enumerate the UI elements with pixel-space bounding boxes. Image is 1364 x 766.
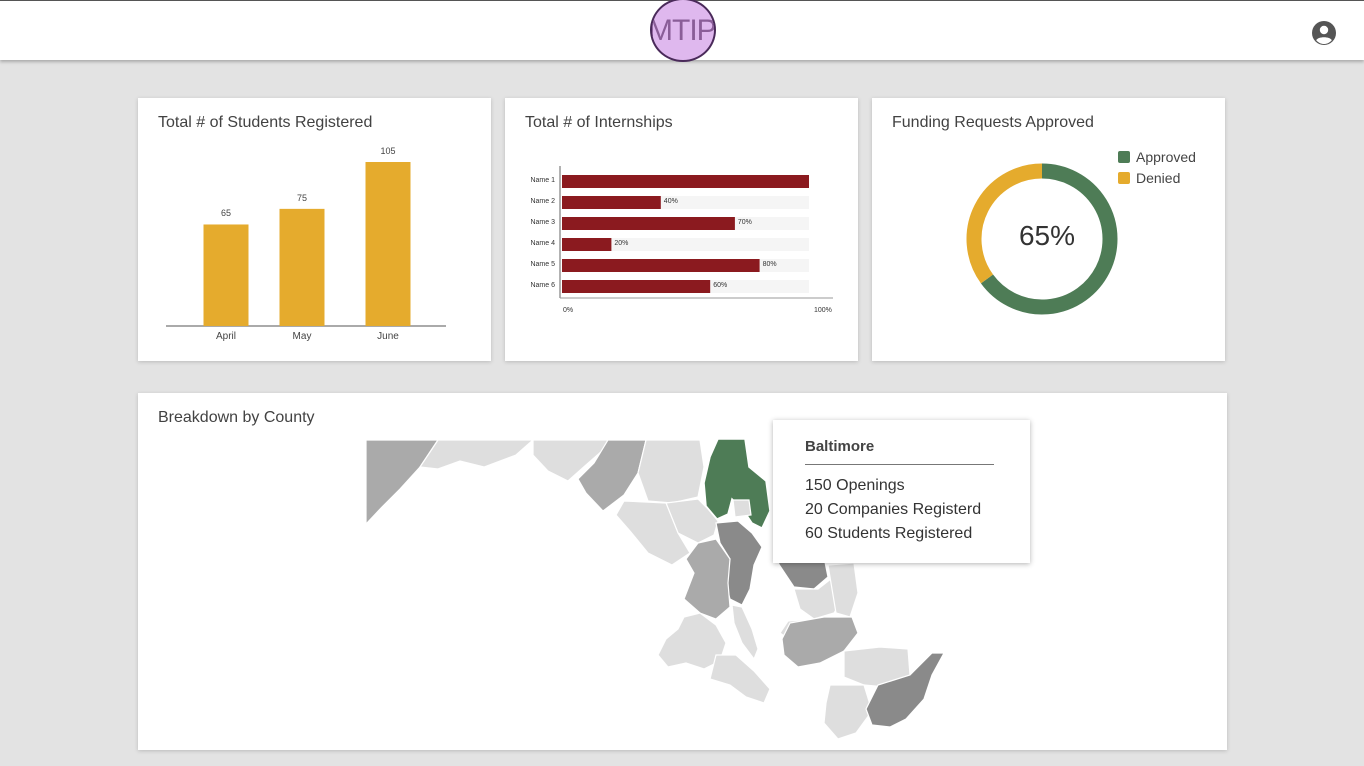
maryland-county-map xyxy=(365,438,946,740)
county-baltimore-city[interactable] xyxy=(732,499,752,518)
y-tick-label: Name 1 xyxy=(530,177,555,184)
bar-data-label: 80% xyxy=(762,261,777,268)
bar-data-label: 105 xyxy=(380,146,396,156)
x-tick-label: May xyxy=(292,331,312,342)
x-tick-label: 100% xyxy=(814,307,832,314)
y-tick-label: Name 5 xyxy=(530,261,555,268)
funding-requests-card: Funding Requests Approved 65% Approved D… xyxy=(872,98,1225,361)
legend-item-denied[interactable]: Denied xyxy=(1118,167,1196,188)
account-circle-icon[interactable] xyxy=(1311,20,1337,46)
legend-swatch xyxy=(1118,171,1130,184)
bar-data-label: 60% xyxy=(713,282,728,289)
county-tooltip: Baltimore 150 Openings 20 Companies Regi… xyxy=(773,420,1030,563)
bar-data-label: 65 xyxy=(220,208,231,219)
tooltip-title: Baltimore xyxy=(805,438,875,455)
county-allegany[interactable] xyxy=(418,439,535,470)
logo-text: MTIP xyxy=(650,14,716,47)
y-tick-label: Name 6 xyxy=(530,282,555,289)
tooltip-openings: 150 Openings xyxy=(805,477,905,494)
tooltip-companies: 20 Companies Registerd xyxy=(805,501,982,518)
legend-item-approved[interactable]: Approved xyxy=(1118,146,1196,167)
legend-label: Denied xyxy=(1136,169,1181,186)
y-tick-label: Name 3 xyxy=(530,219,555,226)
bar-name-5[interactable] xyxy=(562,259,760,272)
legend-label: Approved xyxy=(1136,148,1196,165)
bar-data-label: 20% xyxy=(614,240,629,247)
app-logo[interactable]: MTIP xyxy=(650,0,716,62)
county-breakdown-card: Breakdown by County xyxy=(138,393,1227,750)
chart-legend: Approved Denied xyxy=(1118,146,1196,188)
bar-april[interactable] xyxy=(203,224,249,326)
y-tick-label: Name 4 xyxy=(530,240,555,247)
county-somerset[interactable] xyxy=(823,684,873,740)
bar-may[interactable] xyxy=(279,208,325,326)
internships-bar-chart xyxy=(559,166,833,299)
x-tick-label: 0% xyxy=(563,307,574,314)
x-tick-label: June xyxy=(377,331,399,342)
bar-name-1[interactable] xyxy=(562,175,809,188)
county-st-marys[interactable] xyxy=(709,654,771,704)
bar-data-label: 75 xyxy=(296,192,307,203)
bar-name-6[interactable] xyxy=(562,280,711,293)
legend-swatch xyxy=(1118,150,1130,163)
county-prince-georges[interactable] xyxy=(683,538,731,620)
county-garrett[interactable] xyxy=(365,439,440,526)
county-carroll[interactable] xyxy=(637,439,705,504)
bar-name-3[interactable] xyxy=(562,217,735,230)
tooltip-students: 60 Students Registered xyxy=(805,525,973,542)
bar-data-label: 40% xyxy=(663,198,678,205)
bar-data-label: 70% xyxy=(737,219,752,226)
county-calvert[interactable] xyxy=(731,604,759,661)
y-tick-label: Name 2 xyxy=(530,198,555,205)
bar-june[interactable] xyxy=(365,162,411,326)
students-registered-card: Total # of Students Registered 65 April 75… xyxy=(138,98,491,361)
bar-name-2[interactable] xyxy=(562,196,661,209)
donut-center-value: 65% xyxy=(1018,220,1076,251)
bar-name-4[interactable] xyxy=(562,238,612,251)
x-tick-label: April xyxy=(215,331,236,342)
students-bar-chart xyxy=(166,162,446,327)
tooltip-divider xyxy=(805,464,994,465)
top-app-bar: MTIP xyxy=(0,0,1364,62)
internships-card: Total # of Internships Name 1 Name 2 40% Na… xyxy=(505,98,858,361)
